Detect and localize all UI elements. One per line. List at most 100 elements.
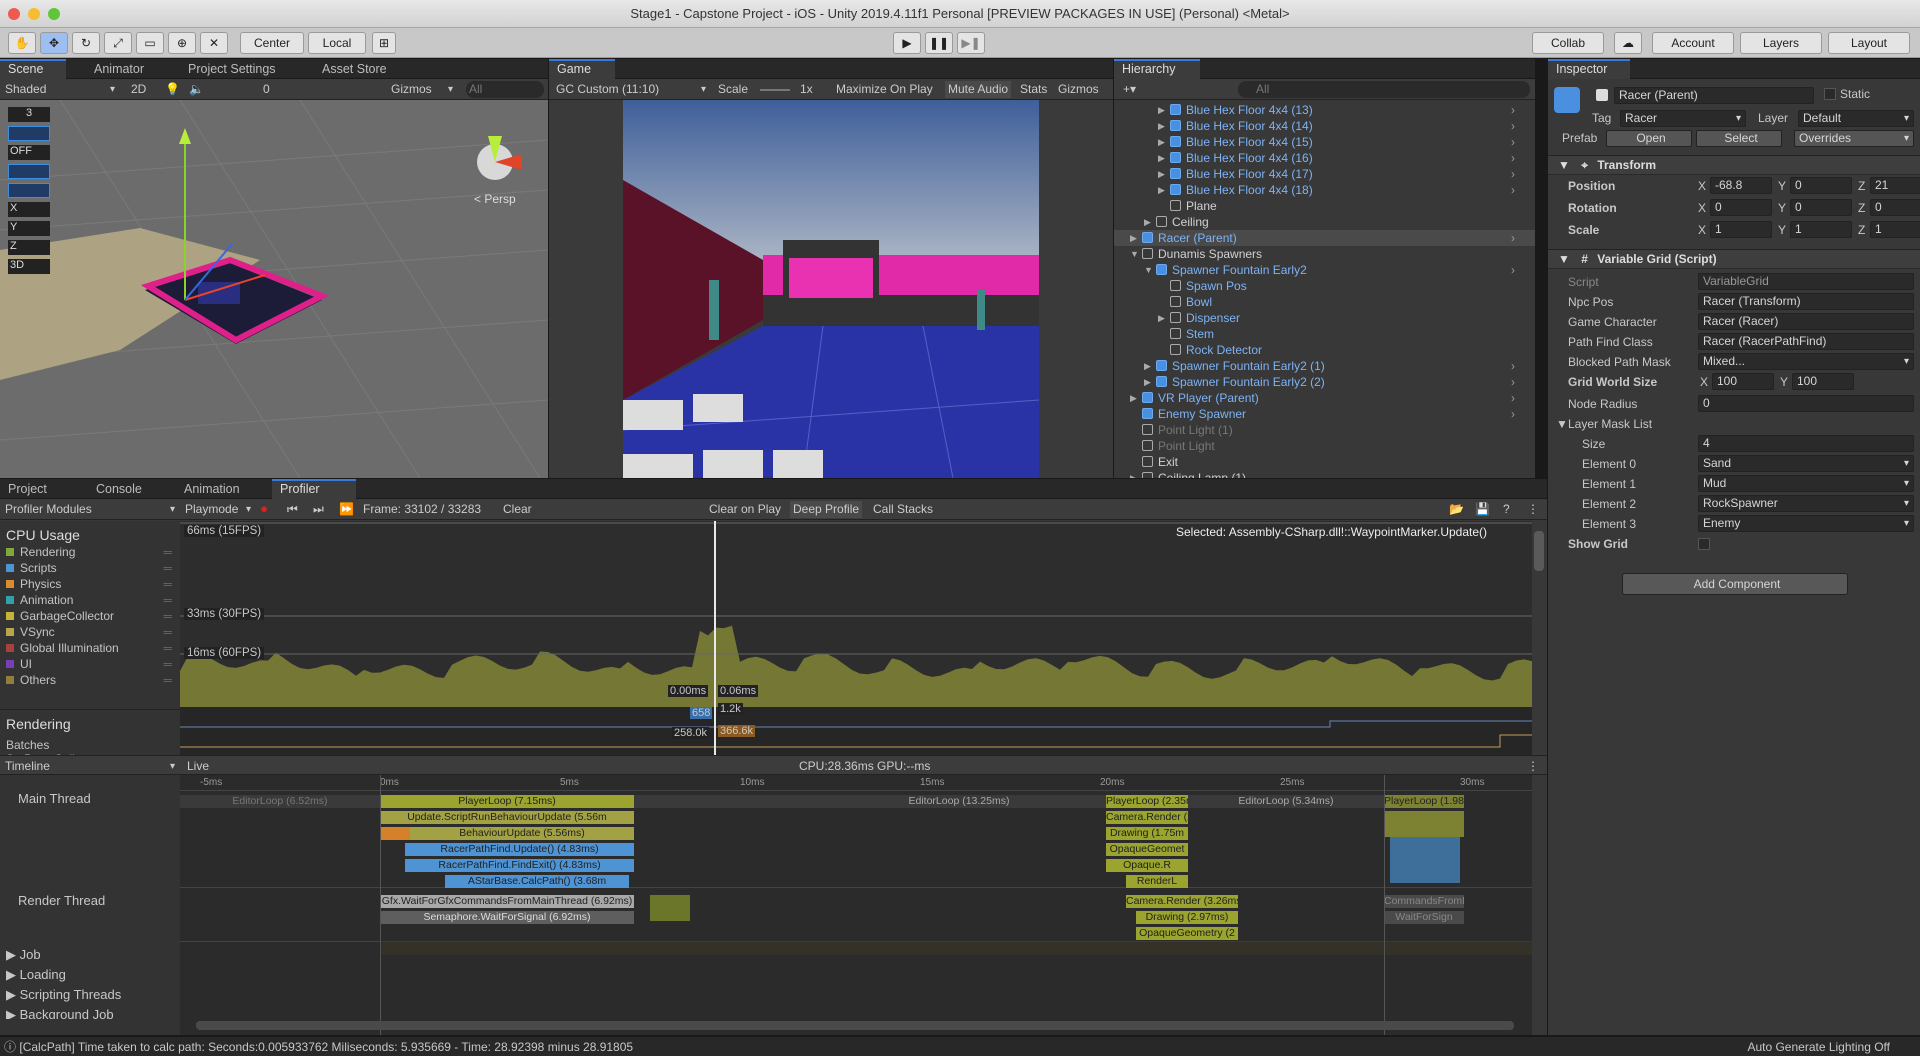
prefab-chevron-icon[interactable]: › — [1511, 166, 1515, 182]
timeline-horizontal-scrollbar[interactable] — [196, 1021, 1514, 1030]
auto-generate-lighting-status[interactable]: Auto Generate Lighting Off — [1747, 1037, 1890, 1056]
scene-search-input[interactable]: All — [466, 81, 544, 98]
add-component-button[interactable]: Add Component — [1622, 573, 1848, 595]
hierarchy-item[interactable]: ▶ Blue Hex Floor 4x4 (13) › — [1114, 102, 1535, 118]
foldout-arrow-icon[interactable]: ▶ — [1158, 102, 1165, 118]
cpu-legend-item[interactable]: GarbageCollector ═ — [6, 609, 176, 624]
more-options-icon[interactable]: ⋮ — [1524, 758, 1542, 775]
prefab-chevron-icon[interactable]: › — [1511, 230, 1515, 246]
foldout-arrow-icon[interactable]: ▶ — [1144, 358, 1151, 374]
tab-project[interactable]: Project — [0, 479, 76, 499]
overlay-layer-count[interactable]: 3 — [8, 107, 50, 122]
foldout-arrow-icon[interactable]: ▶ — [1158, 182, 1165, 198]
cpu-usage-chart[interactable] — [180, 521, 1532, 755]
cpu-legend-item[interactable]: Scripts ═ — [6, 561, 176, 576]
visibility-toggle-icon[interactable] — [8, 126, 50, 141]
tab-console[interactable]: Console — [88, 479, 164, 499]
camera-render-bar[interactable]: Camera.Render (2.2 — [1106, 811, 1188, 824]
drag-handle-icon[interactable]: ═ — [163, 657, 172, 672]
tab-animation[interactable]: Animation — [176, 479, 266, 499]
overlay-3d-toggle[interactable]: 3D — [8, 259, 50, 274]
drag-handle-icon[interactable]: ═ — [163, 545, 172, 560]
drag-handle-icon[interactable]: ═ — [163, 561, 172, 576]
active-checkbox[interactable] — [1596, 89, 1608, 101]
playerloop-bar[interactable]: PlayerLoop (1.98 — [1384, 795, 1464, 808]
persp-label[interactable]: < Persp — [474, 192, 516, 206]
size-field[interactable]: 4 — [1698, 435, 1914, 452]
layer-dropdown[interactable]: Default — [1798, 110, 1914, 127]
transform-header[interactable]: ▼ ⌖ Transform — [1548, 155, 1920, 175]
behaviour-update-bar[interactable]: BehaviourUpdate (5.56ms) — [410, 827, 634, 840]
grid-world-size-y[interactable]: 100 — [1792, 373, 1854, 390]
foldout-arrow-icon[interactable]: ▶ — [1144, 374, 1151, 390]
rect-tool-icon[interactable]: ▭ — [136, 32, 164, 54]
racer-pathfind-update-bar[interactable]: RacerPathFind.Update() (4.83ms) — [405, 843, 634, 856]
move-tool-icon[interactable]: ✥ — [40, 32, 68, 54]
game-character-field[interactable]: Racer (Racer) — [1698, 313, 1914, 330]
prefab-select-button[interactable]: Select — [1696, 130, 1782, 147]
overlay-lock-icon[interactable] — [8, 183, 50, 198]
scripting-threads-group[interactable]: ▶ Scripting Threads — [6, 987, 121, 1003]
wait-for-signal-bar[interactable]: WaitForSign — [1384, 911, 1464, 924]
hierarchy-item[interactable]: Bowl — [1114, 294, 1535, 310]
lighting-icon[interactable]: 💡 — [162, 81, 183, 98]
opaque-geometry-bar[interactable]: OpaqueGeomet — [1106, 843, 1188, 856]
hierarchy-item[interactable]: ▶ Ceiling — [1114, 214, 1535, 230]
tab-inspector[interactable]: Inspector — [1548, 59, 1630, 79]
prefab-chevron-icon[interactable]: › — [1511, 390, 1515, 406]
tab-game[interactable]: Game — [549, 59, 615, 79]
playerloop-bar[interactable]: PlayerLoop (2.35m — [1106, 795, 1188, 808]
hierarchy-item[interactable]: Spawn Pos — [1114, 278, 1535, 294]
timeline-view-dropdown[interactable]: Timeline — [2, 758, 178, 775]
scale-slider[interactable] — [757, 81, 793, 98]
opaque-geometry-bar[interactable]: OpaqueGeometry (2 — [1136, 927, 1238, 940]
tag-dropdown[interactable]: Racer — [1620, 110, 1746, 127]
drag-handle-icon[interactable]: ═ — [163, 577, 172, 592]
transform-z-field[interactable]: 0 — [1870, 199, 1920, 216]
transform-y-field[interactable]: 1 — [1790, 221, 1852, 238]
editorloop-bar[interactable]: EditorLoop (6.52ms) — [180, 795, 380, 808]
cpu-legend-item[interactable]: Global Illumination ═ — [6, 641, 176, 656]
prefab-chevron-icon[interactable]: › — [1511, 102, 1515, 118]
script-field[interactable]: VariableGrid — [1698, 273, 1914, 290]
audio-icon[interactable]: 🔈 — [186, 81, 207, 98]
cpu-legend-item[interactable]: Rendering ═ — [6, 545, 176, 560]
cpu-legend-item[interactable]: UI ═ — [6, 657, 176, 672]
foldout-arrow-icon[interactable]: ▶ — [1158, 166, 1165, 182]
hierarchy-search-input[interactable]: All — [1238, 81, 1530, 98]
job-group[interactable]: ▶ Job — [6, 947, 41, 963]
hierarchy-item[interactable]: ▶ Blue Hex Floor 4x4 (18) › — [1114, 182, 1535, 198]
element-layer-dropdown[interactable]: Sand — [1698, 455, 1914, 472]
maximize-window-button[interactable] — [48, 8, 60, 20]
chart-scrollbar[interactable] — [1534, 531, 1544, 571]
foldout-arrow-icon[interactable]: ▶ — [1158, 310, 1165, 326]
object-name-field[interactable]: Racer (Parent) — [1614, 87, 1814, 104]
hierarchy-item[interactable]: ▶ Blue Hex Floor 4x4 (17) › — [1114, 166, 1535, 182]
foldout-arrow-icon[interactable]: ▼ — [1130, 246, 1139, 262]
stats-button[interactable]: Stats — [1017, 81, 1050, 98]
editorloop-bar[interactable]: EditorLoop (5.34ms) — [1188, 795, 1384, 808]
overlay-arrow-icon[interactable] — [8, 164, 50, 179]
camera-render-bar[interactable]: Camera.Render (3.26ms) — [1126, 895, 1238, 908]
game-viewport[interactable] — [623, 100, 1039, 478]
prefab-chevron-icon[interactable]: › — [1511, 406, 1515, 422]
hierarchy-item[interactable]: ▶ Spawner Fountain Early2 (2) › — [1114, 374, 1535, 390]
show-grid-checkbox[interactable] — [1698, 538, 1710, 550]
pause-button[interactable]: ❚❚ — [925, 32, 953, 54]
drag-handle-icon[interactable]: ═ — [163, 641, 172, 656]
step-button[interactable]: ▶❚ — [957, 32, 985, 54]
prefab-chevron-icon[interactable]: › — [1511, 358, 1515, 374]
prefab-chevron-icon[interactable]: › — [1511, 134, 1515, 150]
next-frame-button[interactable]: ⏭ — [310, 501, 327, 518]
racer-pathfind-findexit-bar[interactable]: RacerPathFind.FindExit() (4.83ms) — [405, 859, 634, 872]
transform-y-field[interactable]: 0 — [1790, 177, 1852, 194]
rotate-tool-icon[interactable]: ↻ — [72, 32, 100, 54]
render-loop-bar[interactable]: RenderL — [1126, 875, 1188, 888]
hierarchy-item[interactable]: ▶ Blue Hex Floor 4x4 (16) › — [1114, 150, 1535, 166]
game-display-dropdown[interactable]: GC Custom (11:10) — [553, 81, 709, 98]
opaque-render-bar[interactable]: Opaque.R — [1106, 859, 1188, 872]
transform-z-field[interactable]: 21 — [1870, 177, 1920, 194]
custom-tool-icon[interactable]: ✕ — [200, 32, 228, 54]
help-icon[interactable]: ? — [1500, 501, 1513, 518]
mute-audio-button[interactable]: Mute Audio — [945, 81, 1012, 98]
